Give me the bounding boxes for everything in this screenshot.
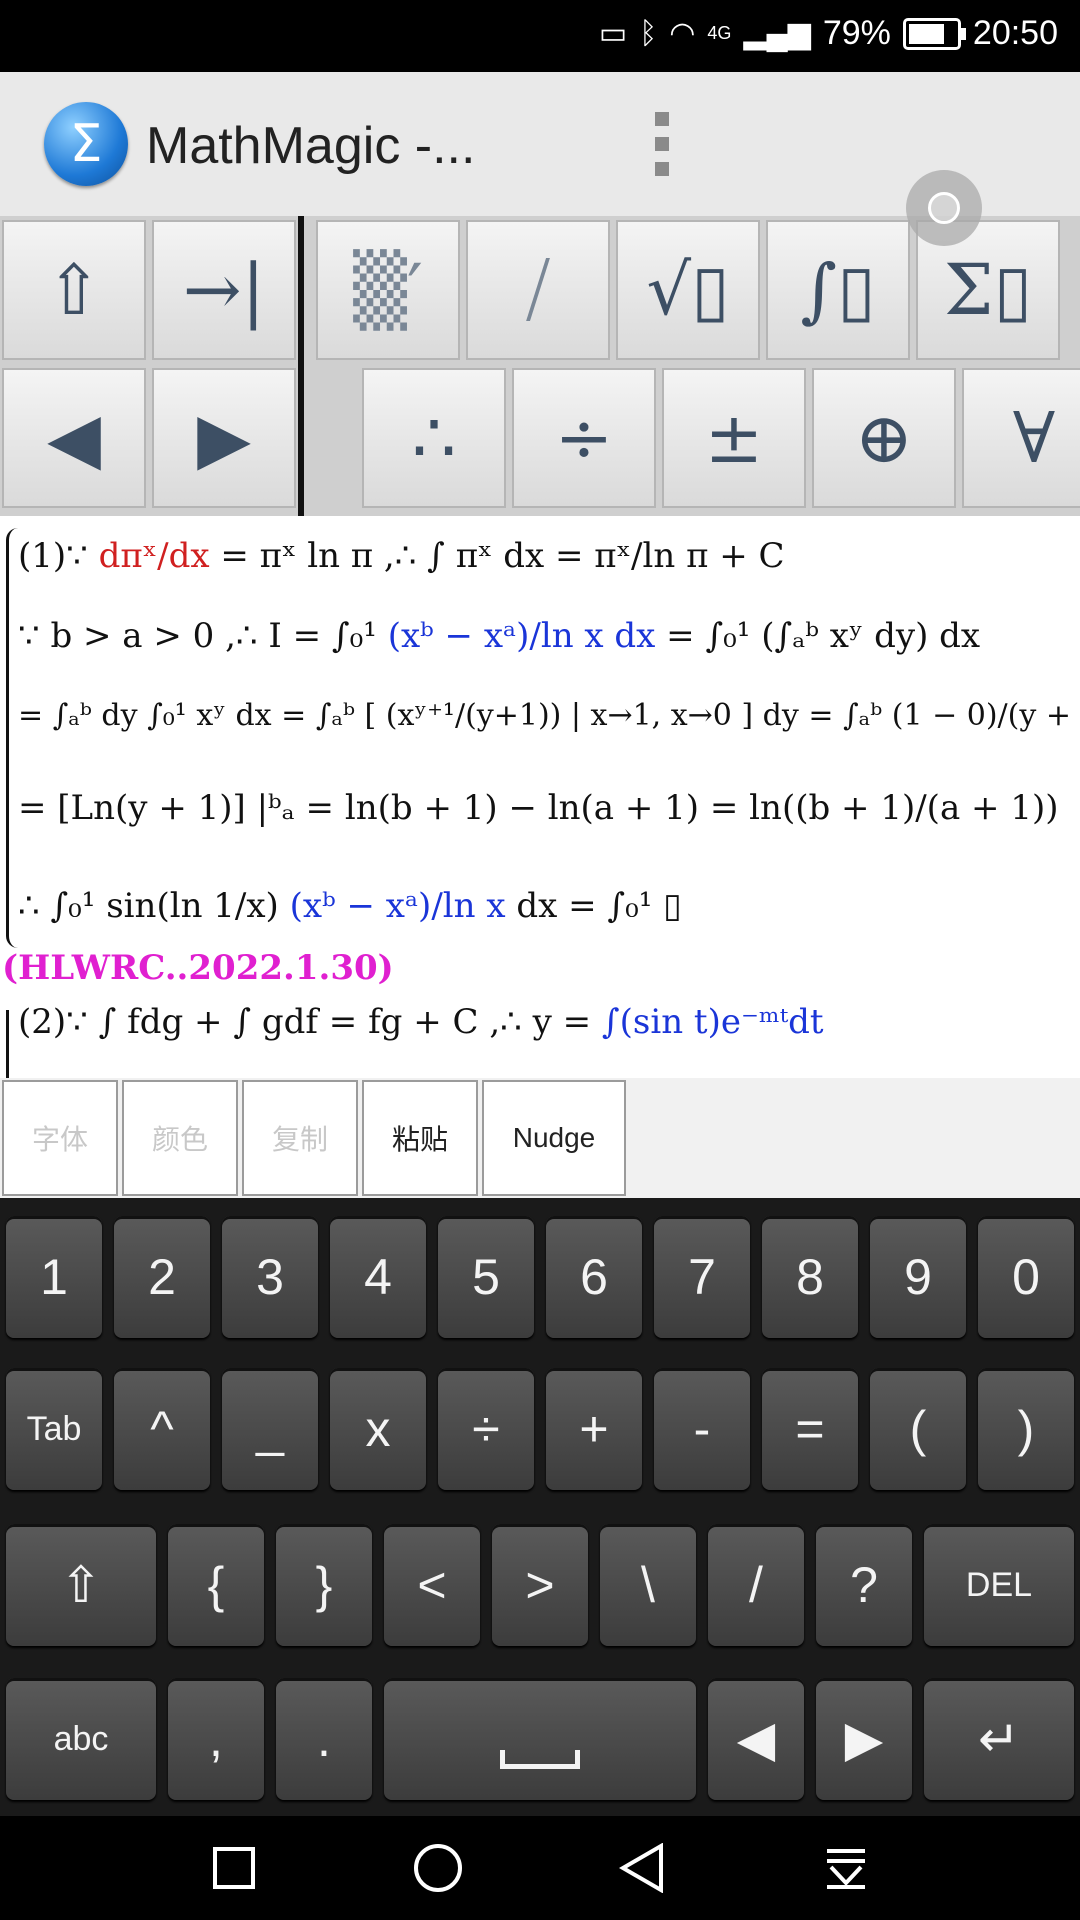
enter-key-icon[interactable]: ↵ (924, 1678, 1074, 1800)
key-7[interactable]: 7 (654, 1216, 750, 1338)
floating-assistive-button[interactable] (906, 170, 982, 246)
signature: (HLWRC..2022.1.30) (2, 948, 394, 988)
key-comma[interactable]: , (168, 1678, 264, 1800)
key-2[interactable]: 2 (114, 1216, 210, 1338)
battery-percent: 79% (822, 14, 891, 52)
key-3[interactable]: 3 (222, 1216, 318, 1338)
shift-key-icon[interactable]: ⇧ (6, 1524, 156, 1646)
fraction-slash-icon[interactable]: ⧸ (466, 220, 610, 360)
wifi-icon: ◠ (669, 17, 696, 50)
key-close-brace[interactable]: } (276, 1524, 372, 1646)
key-x[interactable]: x (330, 1368, 426, 1490)
edit-context-bar: 字体 颜色 复制 粘贴 Nudge (0, 1078, 1080, 1198)
key-plus[interactable]: + (546, 1368, 642, 1490)
key-minus[interactable]: - (654, 1368, 750, 1490)
abc-key[interactable]: abc (6, 1678, 156, 1800)
network-type: 4G (707, 23, 732, 43)
line-5-integrand: (xᵇ − xᵃ)/ln x (289, 886, 506, 926)
key-6[interactable]: 6 (546, 1216, 642, 1338)
therefore-icon[interactable]: ∴ (362, 368, 506, 508)
key-less-than[interactable]: < (384, 1524, 480, 1646)
cast-icon: ▭ (598, 17, 628, 50)
for-all-icon[interactable]: ∀ (962, 368, 1080, 508)
key-greater-than[interactable]: > (492, 1524, 588, 1646)
recents-icon[interactable] (174, 1816, 294, 1920)
left-brace (6, 528, 19, 948)
symbol-palette: ⇧ →| ▒′ ⧸ √▯ ∫▯ Σ▯ ◀ ▶ ∴ ÷ ± ⊕ ∀ (0, 216, 1080, 516)
keyboard: 1 2 3 4 5 6 7 8 9 0 Tab ^ _ x ÷ + - = ( … (0, 1198, 1080, 1816)
line-2-prefix: ∵ b > a > 0 ,∴ I = ∫₀¹ (18, 616, 388, 656)
equation-line-4[interactable]: = [Ln(y + 1)] |ᵇₐ = ln(b + 1) − ln(a + 1… (18, 788, 1059, 828)
nudge-button[interactable]: Nudge (482, 1080, 626, 1196)
space-icon (500, 1749, 580, 1769)
divide-icon[interactable]: ÷ (512, 368, 656, 508)
notification-pulldown-icon[interactable] (786, 1816, 906, 1920)
prime-template-icon[interactable]: ▒′ (316, 220, 460, 360)
shift-up-icon[interactable]: ⇧ (2, 220, 146, 360)
right-arrow-icon[interactable]: ▶ (152, 368, 296, 508)
battery-icon (902, 17, 966, 50)
key-open-paren[interactable]: ( (870, 1368, 966, 1490)
key-0[interactable]: 0 (978, 1216, 1074, 1338)
equation-line-5[interactable]: ∴ ∫₀¹ sin(ln 1/x) (xᵇ − xᵃ)/ln x dx = ∫₀… (18, 886, 682, 926)
integral-template-icon[interactable]: ∫▯ (766, 220, 910, 360)
cursor-left-icon[interactable]: ◀ (708, 1678, 804, 1800)
font-button[interactable]: 字体 (2, 1080, 118, 1196)
status-bar: ▭ ᛒ ◠ 4G ▂▄▆ 79% 20:50 (0, 0, 1080, 72)
app-title: MathMagic -... (146, 117, 476, 175)
equation-line-1[interactable]: (1)∵ dπˣ/dx = πˣ ln π ,∴ ∫ πˣ dx = πˣ/ln… (18, 536, 785, 576)
line-1-derivative: dπˣ/dx (98, 536, 210, 576)
back-icon[interactable] (582, 1816, 702, 1920)
key-open-brace[interactable]: { (168, 1524, 264, 1646)
bluetooth-icon: ᛒ (639, 16, 658, 50)
sqrt-template-icon[interactable]: √▯ (616, 220, 760, 360)
key-tab[interactable]: Tab (6, 1368, 102, 1490)
equation-line-6[interactable]: (2)∵ ∫ fdg + ∫ gdf = fg + C ,∴ y = ∫(sin… (18, 1002, 824, 1042)
plus-minus-icon[interactable]: ± (662, 368, 806, 508)
key-divide[interactable]: ÷ (438, 1368, 534, 1490)
clock: 20:50 (972, 14, 1058, 52)
copy-button[interactable]: 复制 (242, 1080, 358, 1196)
app-logo-icon[interactable]: Σ (44, 102, 128, 186)
palette-divider (298, 216, 304, 516)
key-close-paren[interactable]: ) (978, 1368, 1074, 1490)
equation-line-2[interactable]: ∵ b > a > 0 ,∴ I = ∫₀¹ (xᵇ − xᵃ)/ln x dx… (18, 616, 980, 656)
key-slash[interactable]: / (708, 1524, 804, 1646)
line-6-prefix: (2)∵ ∫ fdg + ∫ gdf = fg + C ,∴ y = (18, 1002, 602, 1042)
key-underscore[interactable]: _ (222, 1368, 318, 1490)
key-1[interactable]: 1 (6, 1216, 102, 1338)
circled-plus-icon[interactable]: ⊕ (812, 368, 956, 508)
cursor-right-icon[interactable]: ▶ (816, 1678, 912, 1800)
line-1-rest: = πˣ ln π ,∴ ∫ πˣ dx = πˣ/ln π + C (209, 536, 785, 576)
key-9[interactable]: 9 (870, 1216, 966, 1338)
key-8[interactable]: 8 (762, 1216, 858, 1338)
color-button[interactable]: 颜色 (122, 1080, 238, 1196)
equation-line-3[interactable]: = ∫ₐᵇ dy ∫₀¹ xʸ dx = ∫ₐᵇ [ (xʸ⁺¹/(y+1)) … (18, 698, 1080, 733)
home-icon[interactable] (378, 1816, 498, 1920)
math-editor[interactable]: (1)∵ dπˣ/dx = πˣ ln π ,∴ ∫ πˣ dx = πˣ/ln… (0, 516, 1080, 1078)
key-caret[interactable]: ^ (114, 1368, 210, 1490)
space-key[interactable] (384, 1678, 696, 1800)
line-5-prefix: ∴ ∫₀¹ sin(ln 1/x) (18, 886, 290, 926)
paste-button[interactable]: 粘贴 (362, 1080, 478, 1196)
key-period[interactable]: . (276, 1678, 372, 1800)
line-5-rest: dx = ∫₀¹ ▯ (505, 886, 682, 926)
signal-icon: ▂▄▆ (743, 17, 811, 50)
tab-arrow-icon[interactable]: →| (152, 220, 296, 360)
key-5[interactable]: 5 (438, 1216, 534, 1338)
line-6-integral: ∫(sin t)e⁻ᵐᵗdt (601, 1002, 824, 1042)
key-equals[interactable]: = (762, 1368, 858, 1490)
line-2-rest: = ∫₀¹ (∫ₐᵇ xʸ dy) dx (655, 616, 981, 656)
key-4[interactable]: 4 (330, 1216, 426, 1338)
overflow-menu-icon[interactable] (652, 112, 672, 176)
delete-key[interactable]: DEL (924, 1524, 1074, 1646)
system-nav-bar (0, 1816, 1080, 1920)
key-question[interactable]: ? (816, 1524, 912, 1646)
left-arrow-icon[interactable]: ◀ (2, 368, 146, 508)
line-2-integrand: (xᵇ − xᵃ)/ln x dx (387, 616, 656, 656)
line-1-prefix: (1)∵ (18, 536, 99, 576)
key-backslash[interactable]: \ (600, 1524, 696, 1646)
